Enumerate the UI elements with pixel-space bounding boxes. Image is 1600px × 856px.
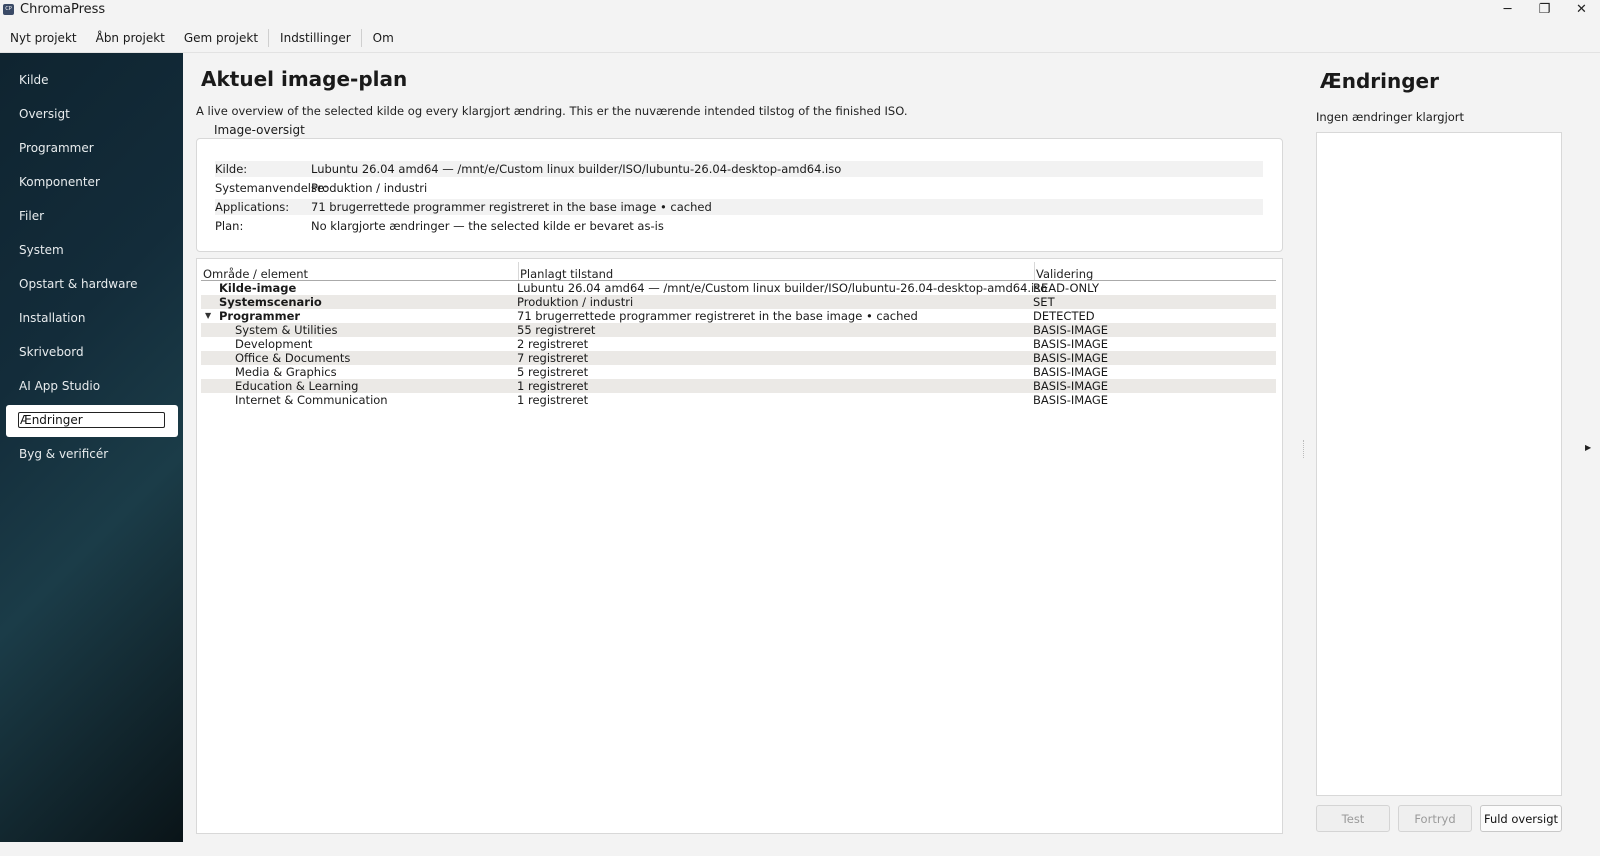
table-row[interactable]: Media & Graphics 5 registreret BASIS-IMA… bbox=[201, 365, 1276, 379]
test-button[interactable]: Test bbox=[1316, 805, 1390, 832]
overview-value: No klargjorte ændringer — the selected k… bbox=[311, 219, 664, 233]
sidebar-item-desktop[interactable]: Skrivebord bbox=[19, 345, 84, 359]
cell-element: Programmer bbox=[219, 309, 301, 323]
table-row[interactable]: Systemscenario Produktion / industri SET bbox=[201, 295, 1276, 309]
overview-value: Produktion / industri bbox=[311, 181, 428, 195]
column-header-validation[interactable]: Validering bbox=[1036, 267, 1093, 281]
overview-row-system-use: Systemanvendelse: Produktion / industri bbox=[215, 180, 1263, 196]
full-overview-button[interactable]: Fuld oversigt bbox=[1480, 805, 1562, 832]
sidebar-item-overview[interactable]: Oversigt bbox=[19, 107, 70, 121]
sidebar-item-programs[interactable]: Programmer bbox=[19, 141, 94, 155]
cell-validation: READ-ONLY bbox=[1033, 281, 1100, 295]
menu-bar: Nyt projekt Åbn projekt Gem projekt Inds… bbox=[0, 26, 403, 50]
panel-splitter-handle[interactable] bbox=[1303, 440, 1305, 458]
overview-row-plan: Plan: No klargjorte ændringer — the sele… bbox=[215, 218, 1263, 234]
cell-element: Education & Learning bbox=[235, 379, 359, 393]
menu-new-project[interactable]: Nyt projekt bbox=[0, 27, 86, 49]
changes-title: Ændringer bbox=[1320, 69, 1439, 93]
cell-element: Media & Graphics bbox=[235, 365, 337, 379]
cell-state: Lubuntu 26.04 amd64 — /mnt/e/Custom linu… bbox=[517, 281, 1048, 295]
cell-state: 7 registreret bbox=[517, 351, 589, 365]
cell-validation: BASIS-IMAGE bbox=[1033, 379, 1109, 393]
undo-button[interactable]: Fortryd bbox=[1398, 805, 1472, 832]
cell-element: Kilde-image bbox=[219, 281, 297, 295]
table-row[interactable]: Education & Learning 1 registreret BASIS… bbox=[201, 379, 1276, 393]
cell-state: 2 registreret bbox=[517, 337, 589, 351]
overview-group: Kilde: Lubuntu 26.04 amd64 — /mnt/e/Cust… bbox=[196, 138, 1283, 252]
cell-state: 1 registreret bbox=[517, 379, 589, 393]
sidebar-item-files[interactable]: Filer bbox=[19, 209, 44, 223]
window-title: ChromaPress bbox=[20, 2, 106, 17]
cell-element: Internet & Communication bbox=[235, 393, 388, 407]
cell-state: 71 brugerrettede programmer registreret … bbox=[517, 309, 918, 323]
page-title: Aktuel image-plan bbox=[201, 67, 408, 91]
menu-save-project[interactable]: Gem projekt bbox=[174, 27, 267, 49]
window-controls: ─ ❐ ✕ bbox=[1489, 0, 1600, 19]
table-row[interactable]: System & Utilities 55 registreret BASIS-… bbox=[201, 323, 1276, 337]
expand-panel-arrow-icon[interactable]: ▶ bbox=[1585, 443, 1591, 452]
cell-element: Development bbox=[235, 337, 313, 351]
table-row[interactable]: ▼ Programmer 71 brugerrettede programmer… bbox=[201, 309, 1276, 323]
table-row[interactable]: Office & Documents 7 registreret BASIS-I… bbox=[201, 351, 1276, 365]
cell-validation: BASIS-IMAGE bbox=[1033, 323, 1109, 337]
column-header-planned-state[interactable]: Planlagt tilstand bbox=[520, 267, 613, 281]
menu-divider bbox=[0, 52, 1600, 53]
sidebar-item-changes[interactable]: Ændringer bbox=[6, 405, 178, 437]
sidebar-item-system[interactable]: System bbox=[19, 243, 64, 257]
menu-separator bbox=[268, 29, 270, 47]
sidebar-item-ai-app-studio[interactable]: AI App Studio bbox=[19, 379, 100, 393]
cell-state: 1 registreret bbox=[517, 393, 589, 407]
menu-settings[interactable]: Indstillinger bbox=[270, 27, 360, 49]
table-row[interactable]: Internet & Communication 1 registreret B… bbox=[201, 393, 1276, 407]
maximize-button[interactable]: ❐ bbox=[1526, 0, 1563, 19]
sidebar-item-source[interactable]: Kilde bbox=[19, 73, 49, 87]
collapse-arrow-icon[interactable]: ▼ bbox=[205, 309, 211, 323]
column-header-element[interactable]: Område / element bbox=[203, 267, 308, 281]
sidebar-item-build-verify[interactable]: Byg & verificér bbox=[19, 447, 108, 461]
overview-key: Plan: bbox=[215, 219, 244, 233]
column-separator bbox=[518, 262, 519, 280]
cell-element: System & Utilities bbox=[235, 323, 338, 337]
menu-open-project[interactable]: Åbn projekt bbox=[86, 27, 174, 49]
overview-key: Kilde: bbox=[215, 162, 248, 176]
sidebar-item-components[interactable]: Komponenter bbox=[19, 175, 100, 189]
cell-state: Produktion / industri bbox=[517, 295, 634, 309]
changes-subtitle: Ingen ændringer klargjort bbox=[1316, 110, 1465, 124]
cell-validation: DETECTED bbox=[1033, 309, 1095, 323]
minimize-button[interactable]: ─ bbox=[1489, 0, 1526, 19]
changes-list[interactable] bbox=[1316, 132, 1562, 796]
menu-about[interactable]: Om bbox=[363, 27, 403, 49]
title-bar: CP ChromaPress ─ ❐ ✕ bbox=[0, 0, 1600, 19]
cell-state: 55 registreret bbox=[517, 323, 596, 337]
overview-group-label: Image-oversigt bbox=[214, 123, 305, 137]
table-row[interactable]: Kilde-image Lubuntu 26.04 amd64 — /mnt/e… bbox=[201, 281, 1276, 295]
sidebar-item-boot-hardware[interactable]: Opstart & hardware bbox=[19, 277, 138, 291]
plan-table[interactable]: Område / element Planlagt tilstand Valid… bbox=[196, 258, 1283, 834]
close-button[interactable]: ✕ bbox=[1563, 0, 1600, 19]
cell-validation: BASIS-IMAGE bbox=[1033, 337, 1109, 351]
overview-row-applications: Applications: 71 brugerrettede programme… bbox=[215, 199, 1263, 215]
cell-validation: BASIS-IMAGE bbox=[1033, 351, 1109, 365]
page-description: A live overview of the selected kilde og… bbox=[196, 104, 908, 118]
overview-value: Lubuntu 26.04 amd64 — /mnt/e/Custom linu… bbox=[311, 162, 842, 176]
sidebar: Kilde Oversigt Programmer Komponenter Fi… bbox=[0, 53, 183, 842]
sidebar-item-installation[interactable]: Installation bbox=[19, 311, 85, 325]
overview-value: 71 brugerrettede programmer registreret … bbox=[311, 200, 712, 214]
column-separator bbox=[1034, 262, 1035, 280]
app-logo-icon: CP bbox=[3, 4, 14, 15]
cell-state: 5 registreret bbox=[517, 365, 589, 379]
cell-validation: BASIS-IMAGE bbox=[1033, 393, 1109, 407]
menu-separator bbox=[360, 29, 362, 47]
cell-element: Systemscenario bbox=[219, 295, 322, 309]
cell-validation: BASIS-IMAGE bbox=[1033, 365, 1109, 379]
overview-key: Applications: bbox=[215, 200, 290, 214]
sidebar-item-label: Ændringer bbox=[18, 412, 165, 428]
overview-row-source: Kilde: Lubuntu 26.04 amd64 — /mnt/e/Cust… bbox=[215, 161, 1263, 177]
cell-validation: SET bbox=[1033, 295, 1055, 309]
overview-key: Systemanvendelse: bbox=[215, 181, 328, 195]
table-row[interactable]: Development 2 registreret BASIS-IMAGE bbox=[201, 337, 1276, 351]
cell-element: Office & Documents bbox=[235, 351, 351, 365]
